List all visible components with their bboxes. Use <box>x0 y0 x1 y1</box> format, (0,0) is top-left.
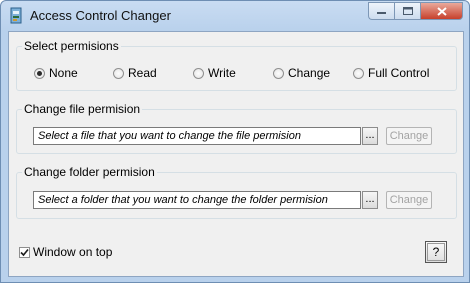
radio-none[interactable]: None <box>34 66 78 80</box>
radio-write-label: Write <box>208 66 236 80</box>
file-path-field[interactable]: Select a file that you want to change th… <box>33 127 361 145</box>
permissions-legend: Select permisions <box>24 39 119 53</box>
window-on-top-option[interactable]: Window on top <box>19 245 112 259</box>
radio-full-control[interactable]: Full Control <box>353 66 429 80</box>
radio-write[interactable]: Write <box>193 66 236 80</box>
window-title: Access Control Changer <box>30 8 171 23</box>
radio-write-dot[interactable] <box>193 67 204 79</box>
close-icon <box>436 6 447 16</box>
file-permission-legend: Change file permision <box>24 102 141 116</box>
maximize-button[interactable] <box>394 2 420 20</box>
checkmark-icon <box>20 248 29 256</box>
permissions-group: Select permisions <box>16 39 457 91</box>
radio-change-dot[interactable] <box>273 67 284 79</box>
folder-change-button[interactable]: Change <box>386 191 432 209</box>
app-window: Access Control Changer Select permisions… <box>0 0 470 283</box>
client-area: Select permisions None Read Write Change… <box>8 31 464 277</box>
file-browse-button[interactable]: ... <box>362 127 378 145</box>
radio-change[interactable]: Change <box>273 66 330 80</box>
app-icon <box>10 7 22 24</box>
folder-browse-button[interactable]: ... <box>362 191 378 209</box>
title-bar[interactable]: Access Control Changer <box>1 1 469 31</box>
radio-change-label: Change <box>288 66 331 80</box>
minimize-icon <box>377 12 386 14</box>
radio-read-label: Read <box>128 66 157 80</box>
folder-path-field[interactable]: Select a folder that you want to change … <box>33 191 361 209</box>
window-on-top-label: Window on top <box>33 245 113 259</box>
radio-read[interactable]: Read <box>113 66 157 80</box>
help-button[interactable]: ? <box>425 241 447 263</box>
window-on-top-checkbox[interactable] <box>19 246 30 258</box>
maximize-icon <box>402 7 413 15</box>
caption-buttons <box>368 2 463 20</box>
minimize-button[interactable] <box>368 2 394 20</box>
radio-full-control-dot[interactable] <box>353 67 364 79</box>
radio-none-dot[interactable] <box>34 67 45 79</box>
radio-full-control-label: Full Control <box>368 66 430 80</box>
close-button[interactable] <box>420 2 463 20</box>
folder-permission-legend: Change folder permision <box>24 165 155 179</box>
radio-read-dot[interactable] <box>113 67 124 79</box>
file-change-button[interactable]: Change <box>386 127 432 145</box>
radio-none-label: None <box>49 66 78 80</box>
